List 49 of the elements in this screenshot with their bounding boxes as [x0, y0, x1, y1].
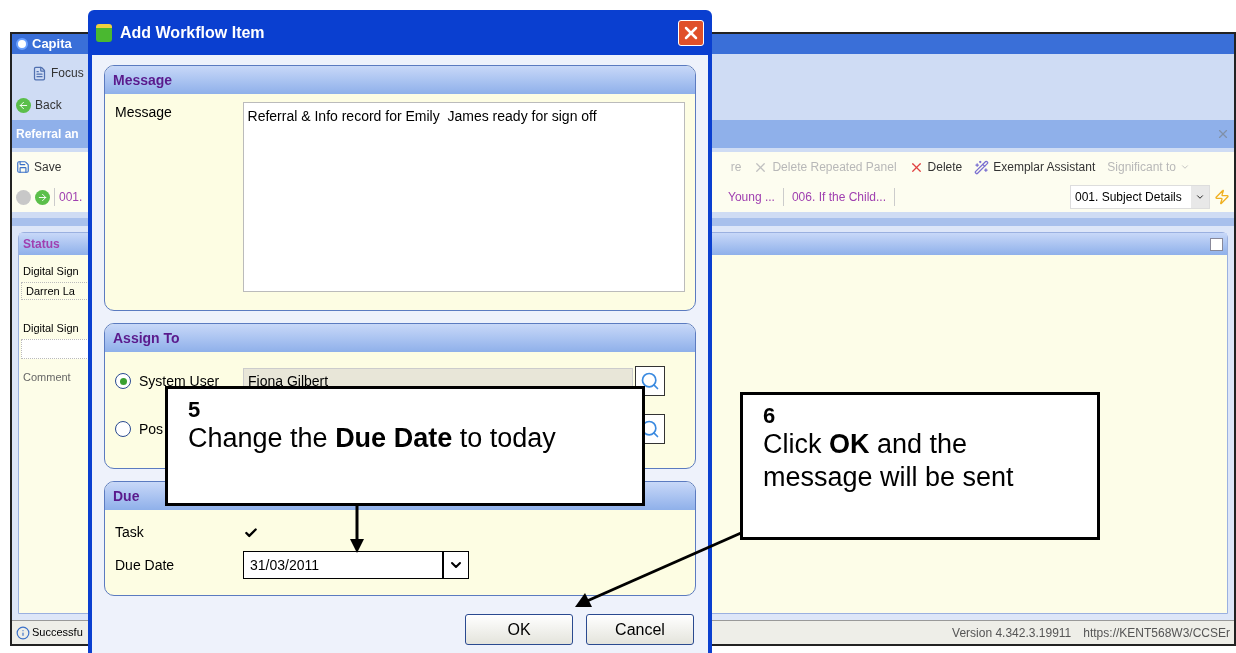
section-dropdown[interactable]: 001. Subject Details	[1070, 185, 1210, 209]
back-icon	[16, 97, 31, 113]
search-icon	[640, 371, 660, 391]
callout-text: Change the Due Date to today	[188, 422, 557, 455]
checkbox[interactable]	[1210, 237, 1223, 251]
dialog-title: Add Workflow Item	[120, 22, 265, 43]
callout-text: Click OK and the message will be sent	[763, 428, 1015, 494]
message-field[interactable]: Referral & Info record for Emily James ready for sign off	[242, 102, 685, 292]
section-title: Assign To	[113, 328, 180, 348]
status-message: Successfu	[32, 625, 83, 641]
field-label: Comment	[22, 369, 72, 385]
focus-button[interactable]: Focus	[51, 64, 84, 82]
step-number: 6	[763, 403, 777, 429]
section-tab[interactable]: 001.	[54, 188, 83, 206]
section-tab[interactable]: 006. If the Child...	[783, 188, 895, 206]
radio-label: System User	[139, 371, 220, 391]
field-label: Digital Sign	[22, 321, 80, 336]
info-icon	[16, 625, 30, 640]
form-title: Referral an	[16, 126, 79, 143]
radio-label: Pos	[139, 419, 164, 439]
radio-button[interactable]	[115, 421, 131, 437]
radio-button[interactable]	[115, 373, 131, 389]
wand-icon	[974, 159, 990, 175]
close-button[interactable]	[678, 19, 704, 46]
field-label: Digital Sign	[22, 264, 80, 279]
caret-icon	[1195, 192, 1205, 202]
version-text: Version 4.342.3.19911	[952, 624, 1072, 642]
section-tab[interactable]: Young ...	[720, 188, 784, 206]
toolbar-action[interactable]: Exemplar Assistant	[993, 158, 1096, 176]
field-label: Message	[115, 103, 173, 122]
document-icon	[32, 65, 47, 81]
field-label: Task	[115, 523, 145, 542]
save-icon	[16, 160, 30, 174]
due-date-field[interactable]: 31/03/2011	[243, 551, 469, 579]
field-label: Due Date	[115, 555, 176, 575]
toolbar-action[interactable]: Delete	[927, 158, 963, 176]
dialog-button[interactable]: OK	[465, 614, 573, 645]
panel-title: Status	[23, 236, 60, 253]
save-button[interactable]: Save	[34, 158, 62, 176]
caret-icon	[1180, 162, 1190, 172]
section-title: Due	[113, 486, 140, 506]
dialog-button[interactable]: Cancel	[586, 614, 694, 645]
cube-icon	[96, 23, 112, 42]
app-logo-icon	[16, 38, 28, 50]
back-button[interactable]: Back	[35, 96, 62, 114]
section-title: Message	[113, 70, 173, 90]
url-text: https://KENT568W3/CCSEr	[1083, 624, 1230, 642]
window-title: Capita	[32, 35, 72, 54]
step-number: 5	[188, 397, 202, 423]
